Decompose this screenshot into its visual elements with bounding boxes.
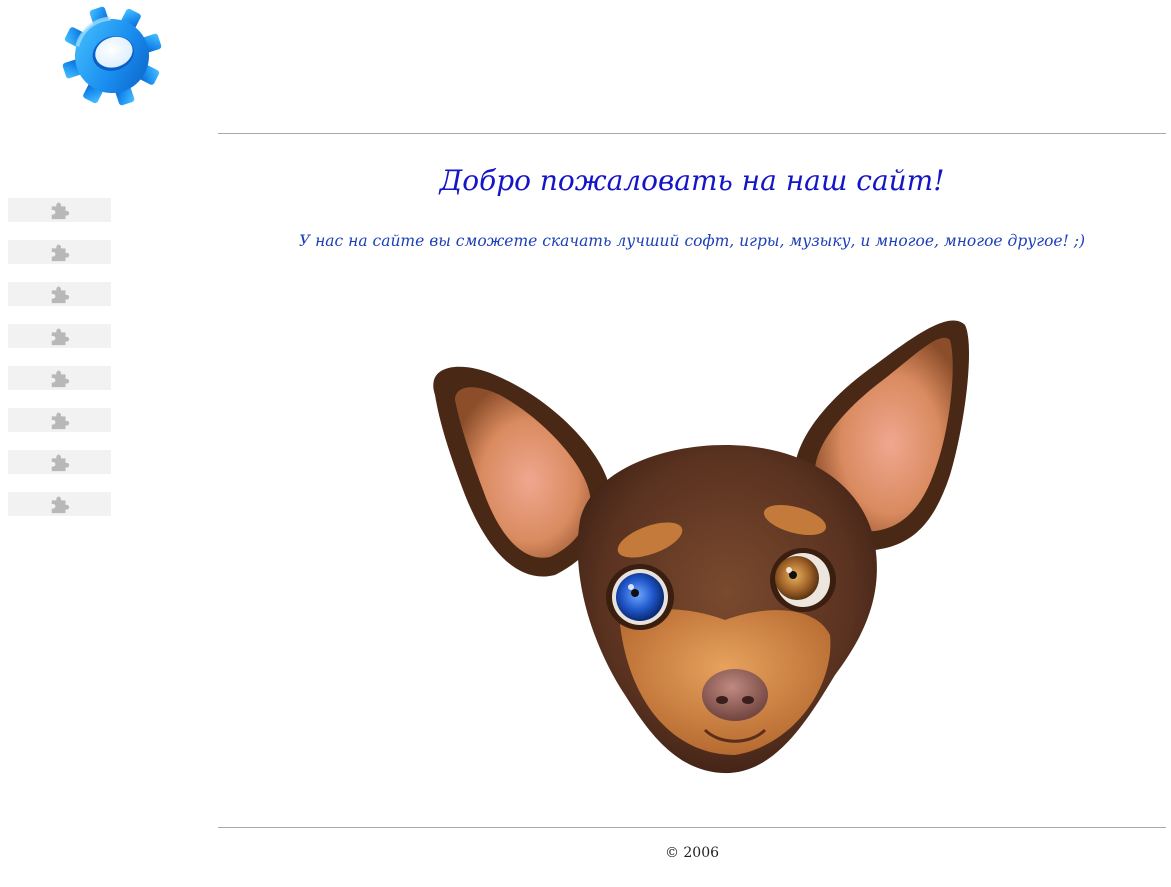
welcome-subtitle: У нас на сайте вы сможете скачать лучший… bbox=[298, 232, 1086, 250]
dog-head-image bbox=[405, 305, 980, 780]
sidebar-item-3[interactable] bbox=[8, 282, 111, 306]
sidebar-item-5[interactable] bbox=[8, 366, 111, 390]
puzzle-piece-icon bbox=[51, 496, 69, 514]
puzzle-piece-icon bbox=[51, 370, 69, 388]
sidebar-item-7[interactable] bbox=[8, 450, 111, 474]
site-logo[interactable] bbox=[58, 4, 166, 112]
puzzle-piece-icon bbox=[51, 454, 69, 472]
sidebar-item-4[interactable] bbox=[8, 324, 111, 348]
puzzle-piece-icon bbox=[51, 202, 69, 220]
puzzle-piece-icon bbox=[51, 328, 69, 346]
sidebar-nav bbox=[8, 198, 111, 534]
puzzle-piece-icon bbox=[51, 244, 69, 262]
sidebar-item-1[interactable] bbox=[8, 198, 111, 222]
footer-divider bbox=[218, 827, 1166, 828]
puzzle-piece-icon bbox=[51, 286, 69, 304]
puzzle-piece-icon bbox=[51, 412, 69, 430]
welcome-title: Добро пожаловать на наш сайт! bbox=[439, 164, 945, 197]
copyright-text: © 2006 bbox=[664, 845, 720, 861]
sidebar-item-2[interactable] bbox=[8, 240, 111, 264]
page: Добро пожаловать на наш сайт! У нас на с… bbox=[0, 0, 1171, 887]
sidebar-item-8[interactable] bbox=[8, 492, 111, 516]
sidebar-item-6[interactable] bbox=[8, 408, 111, 432]
gear-icon bbox=[62, 6, 162, 106]
header-divider bbox=[218, 133, 1166, 134]
